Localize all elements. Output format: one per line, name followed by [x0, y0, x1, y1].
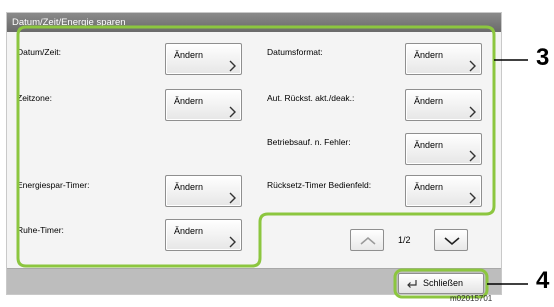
callout-3-number: 3 [536, 44, 550, 71]
callout-overlay [16, 25, 528, 299]
callout-4-outline [393, 268, 489, 299]
image-code: m02015701 [450, 294, 493, 303]
callout-4-number: 4 [536, 267, 550, 294]
callout-3-outline [16, 25, 496, 268]
